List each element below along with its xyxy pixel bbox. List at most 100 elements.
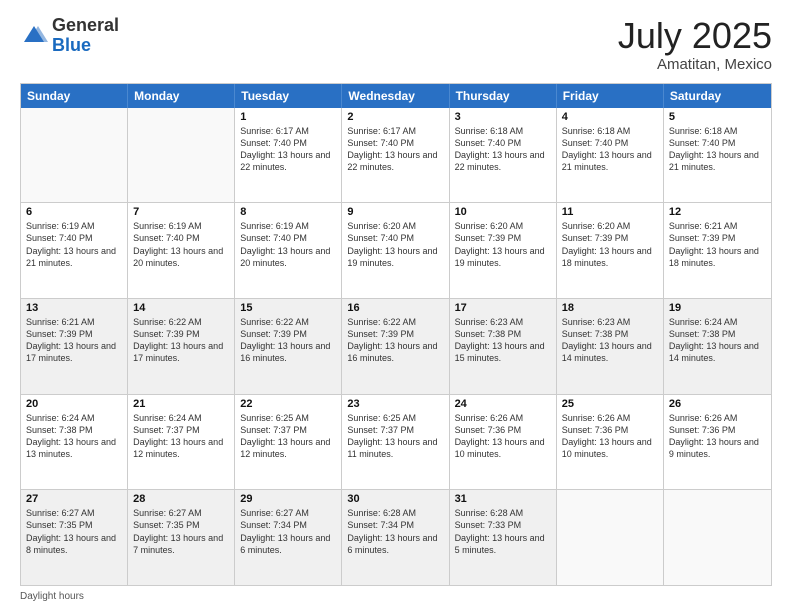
day-number: 5	[669, 111, 766, 123]
day-info: Sunrise: 6:26 AM Sunset: 7:36 PM Dayligh…	[455, 412, 551, 461]
day-info: Sunrise: 6:21 AM Sunset: 7:39 PM Dayligh…	[26, 316, 122, 365]
day-info: Sunrise: 6:22 AM Sunset: 7:39 PM Dayligh…	[347, 316, 443, 365]
day-info: Sunrise: 6:17 AM Sunset: 7:40 PM Dayligh…	[347, 125, 443, 174]
day-info: Sunrise: 6:23 AM Sunset: 7:38 PM Dayligh…	[455, 316, 551, 365]
calendar-day-cell: 18 Sunrise: 6:23 AM Sunset: 7:38 PM Dayli…	[557, 299, 664, 394]
day-info: Sunrise: 6:20 AM Sunset: 7:39 PM Dayligh…	[562, 220, 658, 269]
day-info: Sunrise: 6:22 AM Sunset: 7:39 PM Dayligh…	[133, 316, 229, 365]
calendar-week-row: 1 Sunrise: 6:17 AM Sunset: 7:40 PM Daylig…	[21, 108, 771, 203]
day-info: Sunrise: 6:24 AM Sunset: 7:37 PM Dayligh…	[133, 412, 229, 461]
calendar-day-cell	[128, 108, 235, 203]
day-number: 11	[562, 206, 658, 218]
calendar-day-cell	[664, 490, 771, 585]
day-info: Sunrise: 6:27 AM Sunset: 7:34 PM Dayligh…	[240, 507, 336, 556]
day-info: Sunrise: 6:23 AM Sunset: 7:38 PM Dayligh…	[562, 316, 658, 365]
day-info: Sunrise: 6:19 AM Sunset: 7:40 PM Dayligh…	[133, 220, 229, 269]
calendar-day-cell: 16 Sunrise: 6:22 AM Sunset: 7:39 PM Dayli…	[342, 299, 449, 394]
calendar-day-cell: 3 Sunrise: 6:18 AM Sunset: 7:40 PM Daylig…	[450, 108, 557, 203]
day-info: Sunrise: 6:17 AM Sunset: 7:40 PM Dayligh…	[240, 125, 336, 174]
calendar-day-cell: 23 Sunrise: 6:25 AM Sunset: 7:37 PM Dayli…	[342, 395, 449, 490]
day-number: 9	[347, 206, 443, 218]
day-number: 1	[240, 111, 336, 123]
calendar-week-row: 27 Sunrise: 6:27 AM Sunset: 7:35 PM Dayli…	[21, 489, 771, 585]
calendar-day-cell: 7Sunrise: 6:19 AM Sunset: 7:40 PM Daylig…	[128, 203, 235, 298]
calendar-day-cell: 20 Sunrise: 6:24 AM Sunset: 7:38 PM Dayli…	[21, 395, 128, 490]
calendar-header: SundayMondayTuesdayWednesdayThursdayFrid…	[21, 84, 771, 108]
calendar-week-row: 13 Sunrise: 6:21 AM Sunset: 7:39 PM Dayli…	[21, 298, 771, 394]
day-number: 13	[26, 302, 122, 314]
day-number: 14	[133, 302, 229, 314]
calendar-day-cell: 15 Sunrise: 6:22 AM Sunset: 7:39 PM Dayli…	[235, 299, 342, 394]
calendar-day-cell: 24 Sunrise: 6:26 AM Sunset: 7:36 PM Dayli…	[450, 395, 557, 490]
logo-text: General Blue	[52, 16, 119, 56]
day-number: 12	[669, 206, 766, 218]
calendar-day-cell: 1 Sunrise: 6:17 AM Sunset: 7:40 PM Daylig…	[235, 108, 342, 203]
footer-note: Daylight hours	[20, 591, 772, 602]
calendar-body: 1 Sunrise: 6:17 AM Sunset: 7:40 PM Daylig…	[21, 108, 771, 585]
calendar-day-cell: 17 Sunrise: 6:23 AM Sunset: 7:38 PM Dayli…	[450, 299, 557, 394]
calendar-day-cell: 26 Sunrise: 6:26 AM Sunset: 7:36 PM Dayli…	[664, 395, 771, 490]
calendar-day-cell: 11 Sunrise: 6:20 AM Sunset: 7:39 PM Dayli…	[557, 203, 664, 298]
day-number: 6	[26, 206, 122, 218]
day-info: Sunrise: 6:24 AM Sunset: 7:38 PM Dayligh…	[26, 412, 122, 461]
day-info: Sunrise: 6:28 AM Sunset: 7:33 PM Dayligh…	[455, 507, 551, 556]
calendar-day-cell: 22Sunrise: 6:25 AM Sunset: 7:37 PM Dayli…	[235, 395, 342, 490]
calendar-day-cell: 29 Sunrise: 6:27 AM Sunset: 7:34 PM Dayli…	[235, 490, 342, 585]
day-number: 26	[669, 398, 766, 410]
day-number: 22	[240, 398, 336, 410]
day-number: 28	[133, 493, 229, 505]
calendar-day-cell: 12 Sunrise: 6:21 AM Sunset: 7:39 PM Dayli…	[664, 203, 771, 298]
day-info: Sunrise: 6:20 AM Sunset: 7:40 PM Dayligh…	[347, 220, 443, 269]
calendar: SundayMondayTuesdayWednesdayThursdayFrid…	[20, 83, 772, 586]
calendar-day-cell: 28 Sunrise: 6:27 AM Sunset: 7:35 PM Dayli…	[128, 490, 235, 585]
header: General Blue July 2025 Amatitan, Mexico	[20, 16, 772, 73]
logo: General Blue	[20, 16, 119, 56]
day-number: 16	[347, 302, 443, 314]
day-info: Sunrise: 6:20 AM Sunset: 7:39 PM Dayligh…	[455, 220, 551, 269]
day-number: 2	[347, 111, 443, 123]
calendar-day-cell	[557, 490, 664, 585]
day-info: Sunrise: 6:26 AM Sunset: 7:36 PM Dayligh…	[669, 412, 766, 461]
day-number: 4	[562, 111, 658, 123]
title-block: July 2025 Amatitan, Mexico	[618, 16, 772, 73]
day-number: 18	[562, 302, 658, 314]
logo-blue: Blue	[52, 35, 91, 55]
calendar-day-cell: 21 Sunrise: 6:24 AM Sunset: 7:37 PM Dayli…	[128, 395, 235, 490]
day-number: 17	[455, 302, 551, 314]
weekday-header: Sunday	[21, 84, 128, 108]
weekday-header: Saturday	[664, 84, 771, 108]
calendar-day-cell: 5Sunrise: 6:18 AM Sunset: 7:40 PM Daylig…	[664, 108, 771, 203]
day-info: Sunrise: 6:28 AM Sunset: 7:34 PM Dayligh…	[347, 507, 443, 556]
day-number: 23	[347, 398, 443, 410]
day-info: Sunrise: 6:25 AM Sunset: 7:37 PM Dayligh…	[347, 412, 443, 461]
day-info: Sunrise: 6:26 AM Sunset: 7:36 PM Dayligh…	[562, 412, 658, 461]
calendar-week-row: 6 Sunrise: 6:19 AM Sunset: 7:40 PM Daylig…	[21, 202, 771, 298]
day-number: 10	[455, 206, 551, 218]
day-info: Sunrise: 6:22 AM Sunset: 7:39 PM Dayligh…	[240, 316, 336, 365]
weekday-header: Thursday	[450, 84, 557, 108]
day-number: 20	[26, 398, 122, 410]
day-number: 29	[240, 493, 336, 505]
calendar-day-cell: 25Sunrise: 6:26 AM Sunset: 7:36 PM Dayli…	[557, 395, 664, 490]
day-info: Sunrise: 6:18 AM Sunset: 7:40 PM Dayligh…	[455, 125, 551, 174]
calendar-day-cell: 8Sunrise: 6:19 AM Sunset: 7:40 PM Daylig…	[235, 203, 342, 298]
location: Amatitan, Mexico	[618, 56, 772, 73]
calendar-day-cell: 9 Sunrise: 6:20 AM Sunset: 7:40 PM Daylig…	[342, 203, 449, 298]
day-info: Sunrise: 6:19 AM Sunset: 7:40 PM Dayligh…	[240, 220, 336, 269]
calendar-day-cell: 27Sunrise: 6:27 AM Sunset: 7:35 PM Dayli…	[21, 490, 128, 585]
day-info: Sunrise: 6:27 AM Sunset: 7:35 PM Dayligh…	[133, 507, 229, 556]
day-number: 3	[455, 111, 551, 123]
day-info: Sunrise: 6:18 AM Sunset: 7:40 PM Dayligh…	[562, 125, 658, 174]
page: General Blue July 2025 Amatitan, Mexico …	[0, 0, 792, 612]
calendar-day-cell: 30Sunrise: 6:28 AM Sunset: 7:34 PM Dayli…	[342, 490, 449, 585]
day-number: 15	[240, 302, 336, 314]
calendar-day-cell: 14 Sunrise: 6:22 AM Sunset: 7:39 PM Dayli…	[128, 299, 235, 394]
day-number: 21	[133, 398, 229, 410]
day-number: 24	[455, 398, 551, 410]
calendar-day-cell: 4 Sunrise: 6:18 AM Sunset: 7:40 PM Daylig…	[557, 108, 664, 203]
calendar-day-cell: 13 Sunrise: 6:21 AM Sunset: 7:39 PM Dayli…	[21, 299, 128, 394]
weekday-header: Tuesday	[235, 84, 342, 108]
day-number: 27	[26, 493, 122, 505]
calendar-day-cell: 2 Sunrise: 6:17 AM Sunset: 7:40 PM Daylig…	[342, 108, 449, 203]
day-info: Sunrise: 6:21 AM Sunset: 7:39 PM Dayligh…	[669, 220, 766, 269]
